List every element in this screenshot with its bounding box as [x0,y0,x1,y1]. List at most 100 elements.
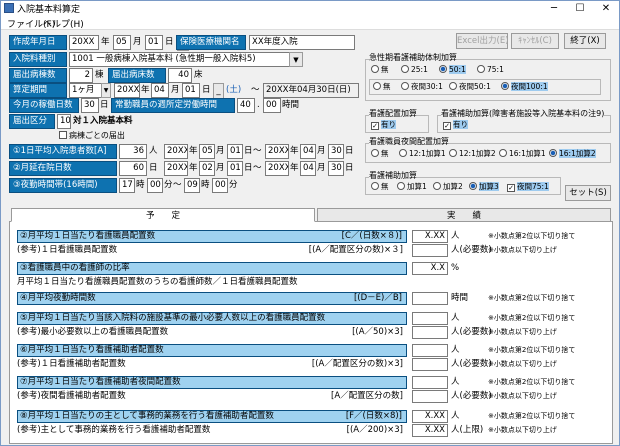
c1-to-du: 日 [345,163,354,173]
row4-value-input[interactable] [412,344,448,357]
insurer-input[interactable]: XX年度入院 [249,35,355,50]
row2-value-input[interactable] [412,292,448,305]
c1-from-day[interactable]: 01 [227,161,243,176]
row1-value-input[interactable]: X.X [412,262,448,275]
night-to-hour[interactable]: 09 [184,178,200,193]
row2-note1: ※小数点第2位以下切り捨て [488,294,576,302]
period-to-value: 20XX年04月30日(日) [263,83,359,98]
row0-value-input[interactable]: X.XX [412,230,448,243]
radio-em-25[interactable]: 25:1 [401,65,428,75]
c0-from-mu: 月 [216,146,225,156]
c0-from-day[interactable]: 01 [227,144,243,159]
radio-na-3[interactable]: 加算3 [469,182,499,192]
c1-to-month[interactable]: 04 [300,161,316,176]
fulltime-minutes-input[interactable]: 00 [263,98,281,113]
row6-value-input[interactable]: X.XX [412,410,448,423]
radio-nn-12-1-label: 12:1加算1 [409,149,446,158]
radio-em-none[interactable]: 無 [371,65,389,75]
excel-export-button[interactable]: Excel出力(E) [456,33,509,49]
night-from-min[interactable]: 00 [147,178,163,193]
radio-nn-12-1[interactable]: 12:1加算1 [399,149,446,159]
fulltime-hours-input[interactable]: 40 [237,98,255,113]
period-chevron-down-icon[interactable]: ▼ [101,83,111,98]
c0-from-era[interactable]: 20XX [164,144,188,159]
c0-to-day[interactable]: 30 [328,144,344,159]
maximize-button[interactable]: ☐ [567,1,593,16]
c0-from-y: 年 [189,146,198,156]
c1-to-day[interactable]: 30 [328,161,344,176]
ward-type-select[interactable]: 1001 一般病棟入院基本料 (急性期一般入院料5) [69,52,291,67]
row0-required-input[interactable] [412,244,448,257]
night-from-hour[interactable]: 17 [119,178,135,193]
night-to-min[interactable]: 00 [212,178,228,193]
radio-nn-16-2[interactable]: 16:1加算2 [549,149,596,159]
assist-checkbox[interactable]: ✓ 有り [443,120,468,130]
radio-em-25-label: 25:1 [411,65,428,74]
radio-night-none[interactable]: 無 [373,82,391,92]
c1-to-era[interactable]: 20XX [265,161,289,176]
c0-from-month[interactable]: 05 [199,144,215,159]
radio-em-50[interactable]: 50:1 [439,65,466,75]
menu-bar: ファイル(F) ヘルプ(H) [1,16,619,30]
row4-unit1: 人 [451,345,460,355]
row6-unit1: 人 [451,411,460,421]
row3-value-input[interactable] [412,312,448,325]
radio-na-1[interactable]: 加算1 [397,182,427,192]
radio-night-100[interactable]: 夜間100:1 [501,82,548,92]
c0-to-month[interactable]: 04 [300,144,316,159]
c1-from-month[interactable]: 02 [199,161,215,176]
nursing-assist-title: 看護補助加算 [369,171,417,181]
night-to-h-unit: 時 [201,180,210,190]
chevron-down-icon[interactable]: ▼ [289,52,303,67]
stay-days-input[interactable]: 60 [119,161,147,176]
radio-nn-12-2[interactable]: 12:1加算2 [449,149,496,159]
radio-na-2[interactable]: 加算2 [433,182,463,192]
period-select[interactable]: 1ヶ月 [69,83,103,98]
window-title: 入院基本料算定 [17,5,81,15]
period-from-day[interactable]: 01 [182,83,200,98]
ward-count-input[interactable]: 2 [69,68,93,83]
period-date-picker-button[interactable]: _ [213,83,224,99]
period-month-unit: 月 [171,85,180,95]
row6-sub-formula: [(A／200)×3] [346,425,403,435]
night75-checkbox[interactable]: ✓ 夜間75:1 [507,182,549,192]
set-button[interactable]: セット(S) [565,185,611,201]
tab-actual[interactable]: 実 績 [317,208,611,222]
radio-nn-16-1[interactable]: 16:1加算1 [499,149,546,159]
radio-em-75[interactable]: 75:1 [477,65,504,75]
row0-sub-formula: [(A／配置区分の数)×３] [308,245,403,255]
c1-from-era[interactable]: 20XX [164,161,188,176]
created-era-input[interactable]: 20XX [69,35,99,50]
row4-required-input[interactable] [412,358,448,371]
row5-required-input[interactable] [412,390,448,403]
per-ward-checkbox[interactable]: 病棟ごとの届出 [59,131,125,141]
menu-help[interactable]: ヘルプ(H) [43,17,84,30]
workdays-input[interactable]: 30 [81,98,99,113]
tab-plan[interactable]: 予 定 [11,208,315,222]
tab-area: 予 定 実 績 ②月平均１日当たり看護職員配置数 [C／(日数×８)] (参考)１… [9,208,613,444]
title-bar: 入院基本料算定 ─ ☐ ✕ [1,1,619,16]
radio-night-50[interactable]: 夜間50:1 [449,82,491,92]
app-icon [4,3,14,13]
nurse-place-checkbox[interactable]: ✓ 有り [371,120,396,130]
created-day-input[interactable]: 01 [145,35,163,50]
created-month-input[interactable]: 05 [113,35,131,50]
radio-nn-none[interactable]: 無 [371,149,389,159]
exit-button[interactable]: 終了(X) [564,33,606,49]
row5-value-input[interactable] [412,376,448,389]
radio-na-none[interactable]: 無 [371,182,389,192]
minimize-button[interactable]: ─ [541,1,567,16]
row3-required-input[interactable] [412,326,448,339]
c0-to-era[interactable]: 20XX [265,144,289,159]
division-input[interactable]: 10 [57,114,71,129]
close-button[interactable]: ✕ [593,1,619,16]
bed-count-input[interactable]: 40 [168,68,192,83]
insurer-label: 保険医療機関名 [176,35,246,50]
per-ward-label: 病棟ごとの届出 [69,131,125,140]
period-from-month[interactable]: 04 [151,83,169,98]
avg-patients-input[interactable]: 36 [119,144,147,159]
period-from-era[interactable]: 20XX [114,83,140,98]
row6-upper-input[interactable]: X.XX [412,424,448,437]
radio-night-30[interactable]: 夜間30:1 [401,82,443,92]
cancel-button[interactable]: ｷｬﾝｾﾙ(C) [511,33,559,49]
